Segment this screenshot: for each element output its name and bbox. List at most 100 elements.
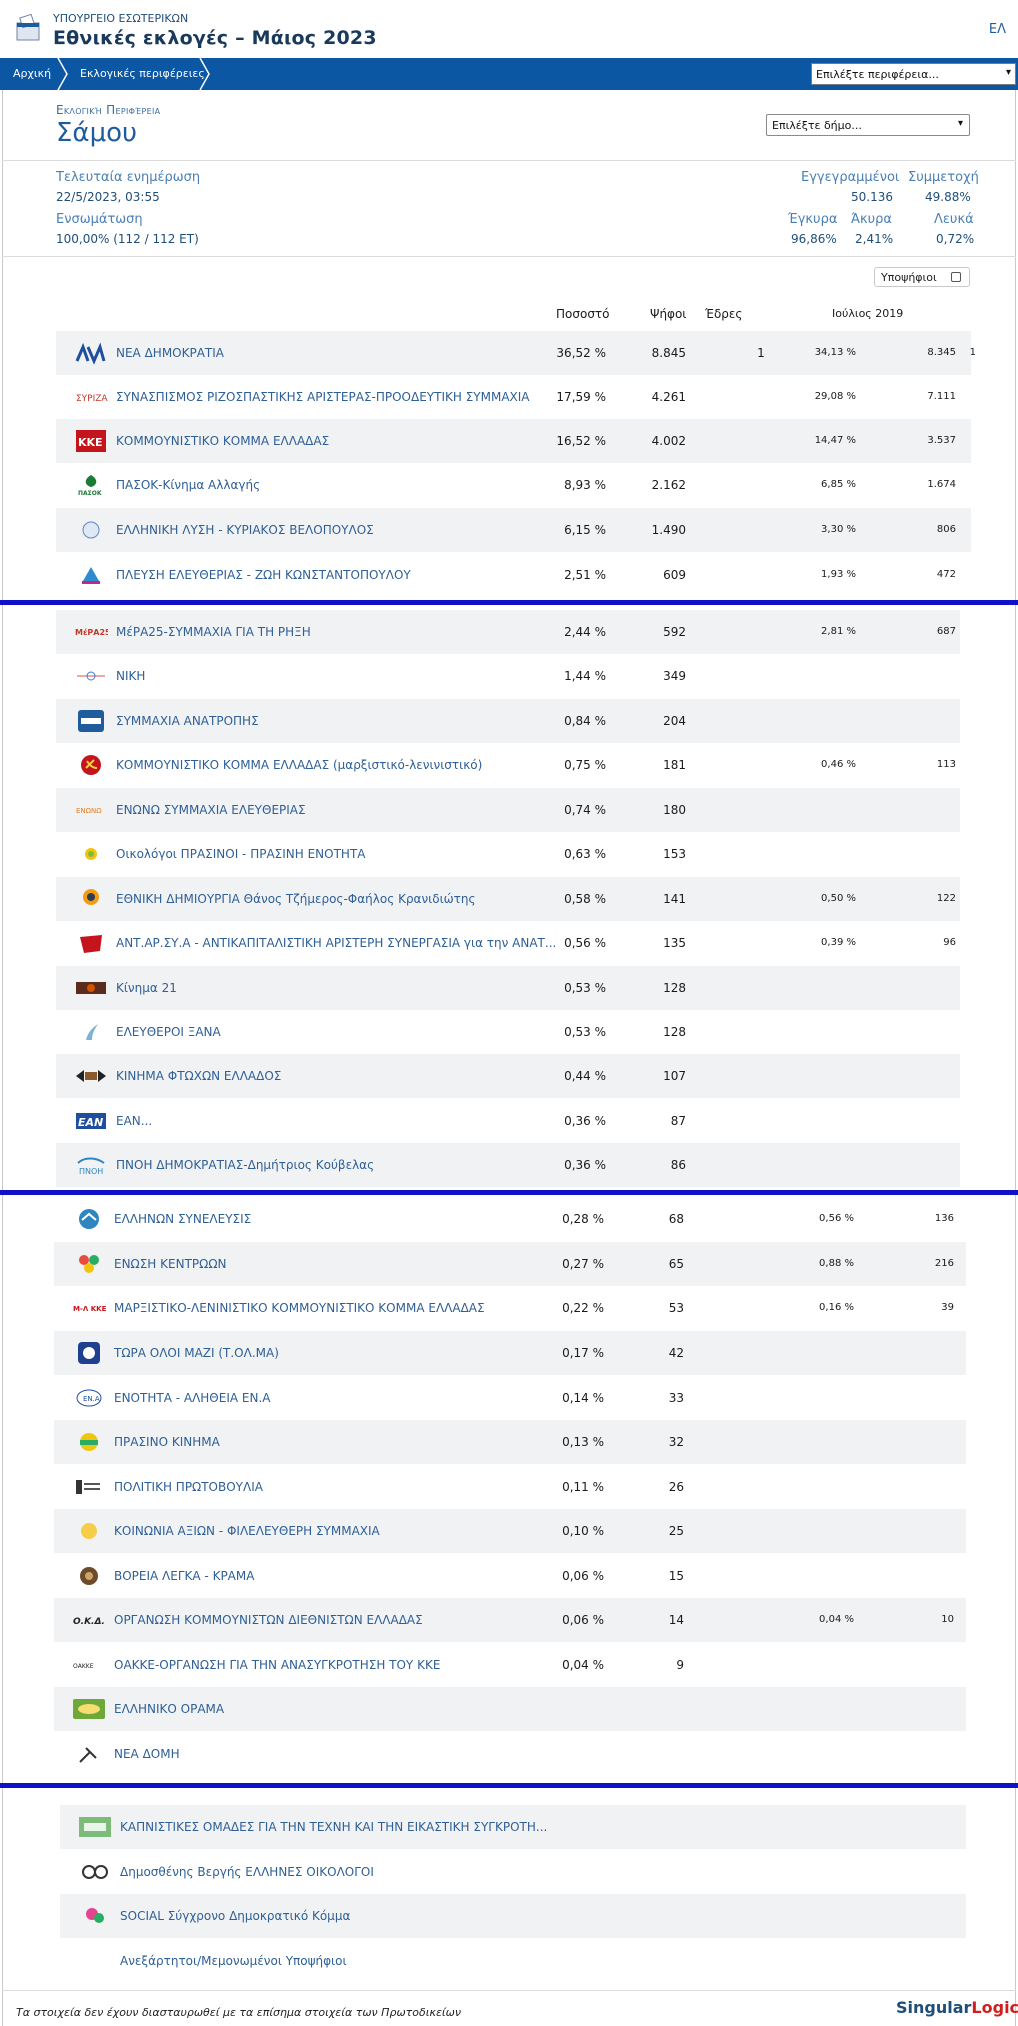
party-name[interactable]: ΠΑΣΟΚ-Κίνημα Αλλαγής xyxy=(116,478,576,492)
party-name[interactable]: Δημοσθένης Βεργής ΕΛΛΗΝΕΣ ΟΙΚΟΛΟΓΟΙ xyxy=(120,1865,580,1879)
party-name[interactable]: ΟΑΚΚΕ-ΟΡΓΑΝΩΣΗ ΓΙΑ ΤΗΝ ΑΝΑΣΥΓΚΡΟΤΗΣΗ ΤΟΥ… xyxy=(114,1658,574,1672)
candidates-toggle[interactable]: Υποψήφιοι xyxy=(874,267,970,287)
table-row[interactable]: ΕΝ.Α ΕΝΟΤΗΤΑ - ΑΛΗΘΕΙΑ ΕΝ.Α 0,14 % 33 xyxy=(54,1376,966,1420)
municipality-select[interactable]: Επιλέξτε δήμο... ▾ xyxy=(766,114,970,136)
table-row[interactable]: ΝΕΑ ΔΗΜΟΚΡΑΤΙΑ 36,52 % 8.845 1 34,13 % 8.345 1 xyxy=(56,331,976,375)
table-row[interactable]: SOCIAL Σύγχρονο Δημοκρατικό Κόμμα xyxy=(60,1894,966,1938)
party-name[interactable]: ΜέΡΑ25-ΣΥΜΜΑΧΙΑ ΓΙΑ ΤΗ ΡΗΞΗ xyxy=(116,625,576,639)
party-votes: 592 xyxy=(663,625,686,639)
table-row[interactable]: ΠΡΑΣΙΝΟ ΚΙΝΗΜΑ 0,13 % 32 xyxy=(54,1420,966,1464)
table-row[interactable]: ΚΙΝΗΜΑ ΦΤΩΧΩΝ ΕΛΛΑΔΟΣ 0,44 % 107 xyxy=(56,1054,960,1098)
region-select-value: Επιλέξτε περιφέρεια... xyxy=(816,68,939,81)
breadcrumb-home[interactable]: Αρχική xyxy=(13,58,51,90)
table-row[interactable]: ΟΑΚΚΕ ΟΑΚΚΕ-ΟΡΓΑΝΩΣΗ ΓΙΑ ΤΗΝ ΑΝΑΣΥΓΚΡΟΤΗΣ… xyxy=(54,1643,966,1687)
party-name[interactable]: ΤΩΡΑ ΟΛΟΙ ΜΑΖΙ (Τ.ΟΛ.ΜΑ) xyxy=(114,1346,574,1360)
party-name[interactable]: ΕΛΛΗΝΙΚΗ ΛΥΣΗ - ΚΥΡΙΑΚΟΣ ΒΕΛΟΠΟΥΛΟΣ xyxy=(116,523,576,537)
table-row[interactable]: ΜέΡΑ25 ΜέΡΑ25-ΣΥΜΜΑΧΙΑ ΓΙΑ ΤΗ ΡΗΞΗ 2,44 % 5… xyxy=(56,610,960,654)
party-name[interactable]: ΕΛΛΗΝΩΝ ΣΥΝΕΛΕΥΣΙΣ xyxy=(114,1212,574,1226)
table-row[interactable]: Οικολόγοι ΠΡΑΣΙΝΟΙ - ΠΡΑΣΙΝΗ ΕΝΟΤΗΤΑ 0,63… xyxy=(56,832,960,876)
party-name[interactable]: ΕΝΟΤΗΤΑ - ΑΛΗΘΕΙΑ ΕΝ.Α xyxy=(114,1391,574,1405)
party-name[interactable]: ΕΝΩΣΗ ΚΕΝΤΡΩΩΝ xyxy=(114,1257,574,1271)
party-name[interactable]: Ανεξάρτητοι/Μεμονωμένοι Υποψήφιοι xyxy=(120,1954,580,1968)
table-row[interactable]: Ο.Κ.Δ. ΟΡΓΑΝΩΣΗ ΚΟΜΜΟΥΝΙΣΤΩΝ ΔΙΕΘΝΙΣΤΩΝ Ε… xyxy=(54,1598,966,1642)
party-name[interactable]: ΠΟΛΙΤΙΚΗ ΠΡΩΤΟΒΟΥΛΙΑ xyxy=(114,1480,574,1494)
party-percent: 0,44 % xyxy=(564,1069,606,1083)
table-row[interactable]: ΝΙΚΗ 1,44 % 349 xyxy=(56,654,960,698)
party-name[interactable]: ΑΝΤ.ΑΡ.ΣΥ.Α - ΑΝΤΙΚΑΠΙΤΑΛΙΣΤΙΚΗ ΑΡΙΣΤΕΡΗ… xyxy=(116,936,576,950)
party-name[interactable]: ΜΑΡΞΙΣΤΙΚΟ-ΛΕΝΙΝΙΣΤΙΚΟ ΚΟΜΜΟΥΝΙΣΤΙΚΟ ΚΟΜ… xyxy=(114,1301,574,1315)
breadcrumb-regions[interactable]: Εκλογικές περιφέρειες xyxy=(80,58,205,90)
kinima21-logo-icon xyxy=(76,982,106,994)
party-name[interactable]: ΣΥΝΑΣΠΙΣΜΟΣ ΡΙΖΟΣΠΑΣΤΙΚΗΣ ΑΡΙΣΤΕΡΑΣ-ΠΡΟΟ… xyxy=(116,390,576,404)
table-row[interactable]: ΚΟΜΜΟΥΝΙΣΤΙΚΟ ΚΟΜΜΑ ΕΛΛΑΔΑΣ (μαρξιστικό-… xyxy=(56,743,960,787)
party-name[interactable]: ΚΟΜΜΟΥΝΙΣΤΙΚΟ ΚΟΜΜΑ ΕΛΛΑΔΑΣ (μαρξιστικό-… xyxy=(116,758,576,772)
party-name[interactable]: ΚΑΠΝΙΣΤΙΚΕΣ ΟΜΑΔΕΣ ΓΙΑ ΤΗΝ ΤΕΧΝΗ ΚΑΙ ΤΗΝ… xyxy=(120,1820,580,1834)
table-row[interactable]: ΠΝΟΗ ΠΝΟΗ ΔΗΜΟΚΡΑΤΙΑΣ-Δημήτριος Κούβελας 0… xyxy=(56,1143,960,1187)
table-row[interactable]: ΝΕΑ ΔΟΜΗ xyxy=(54,1732,966,1776)
party-name[interactable]: SOCIAL Σύγχρονο Δημοκρατικό Κόμμα xyxy=(120,1909,580,1923)
party-name[interactable]: ΝΕΑ ΔΟΜΗ xyxy=(114,1747,574,1761)
party-name[interactable]: ΠΛΕΥΣΗ ΕΛΕΥΘΕΡΙΑΣ - ΖΩΗ ΚΩΝΣΤΑΝΤΟΠΟΥΛΟΥ xyxy=(116,568,576,582)
party-votes: 4.261 xyxy=(651,390,686,404)
table-row[interactable]: ΠΑΣΟΚ ΠΑΣΟΚ-Κίνημα Αλλαγής 8,93 % 2.162 6,85… xyxy=(56,463,971,507)
table-row[interactable]: ΑΝΤ.ΑΡ.ΣΥ.Α - ΑΝΤΙΚΑΠΙΤΑΛΙΣΤΙΚΗ ΑΡΙΣΤΕΡΗ… xyxy=(56,921,960,965)
table-row[interactable]: ΕΛΕΥΘΕΡΟΙ ΞΑΝΑ 0,53 % 128 xyxy=(56,1010,960,1054)
table-row[interactable]: ΕΝΩΣΗ ΚΕΝΤΡΩΩΝ 0,27 % 65 0,88 % 216 xyxy=(54,1242,966,1286)
party-name[interactable]: Οικολόγοι ΠΡΑΣΙΝΟΙ - ΠΡΑΣΙΝΗ ΕΝΟΤΗΤΑ xyxy=(116,847,576,861)
table-row[interactable]: ΒΟΡΕΙΑ ΛΕΓΚΑ - ΚΡΑΜΑ 0,06 % 15 xyxy=(54,1554,966,1598)
ministry-label: ΥΠΟΥΡΓΕΙΟ ΕΣΩΤΕΡΙΚΩΝ xyxy=(53,12,189,25)
divider xyxy=(2,256,1016,257)
party-percent: 0,14 % xyxy=(562,1391,604,1405)
region-select[interactable]: Επιλέξτε περιφέρεια... ▾ xyxy=(811,63,1016,85)
table-row[interactable]: ΚΟΙΝΩΝΙΑ ΑΞΙΩΝ - ΦΙΛΕΛΕΥΘΕΡΗ ΣΥΜΜΑΧΙΑ 0,1… xyxy=(54,1509,966,1553)
invalid-label: Άκυρα xyxy=(851,212,893,227)
svg-text:ΜέΡΑ25: ΜέΡΑ25 xyxy=(75,627,108,637)
page-title[interactable]: Εθνικές εκλογές – Μάιος 2023 xyxy=(53,27,377,49)
oked-logo-icon: Ο.Κ.Δ. xyxy=(73,1617,105,1627)
table-row[interactable]: ΕΛΛΗΝΙΚΗ ΛΥΣΗ - ΚΥΡΙΑΚΟΣ ΒΕΛΟΠΟΥΛΟΣ 6,15 … xyxy=(56,508,971,552)
table-row[interactable]: ΕΘΝΙΚΗ ΔΗΜΙΟΥΡΓΙΑ Θάνος Τζήμερος-Φαήλος … xyxy=(56,877,960,921)
party-name[interactable]: ΟΡΓΑΝΩΣΗ ΚΟΜΜΟΥΝΙΣΤΩΝ ΔΙΕΘΝΙΣΤΩΝ ΕΛΛΑΔΑΣ xyxy=(114,1613,574,1627)
party-name[interactable]: ΕΛΕΥΘΕΡΟΙ ΞΑΝΑ xyxy=(116,1025,576,1039)
party-name[interactable]: ΠΡΑΣΙΝΟ ΚΙΝΗΜΑ xyxy=(114,1435,574,1449)
party-name[interactable]: ΒΟΡΕΙΑ ΛΕΓΚΑ - ΚΡΑΜΑ xyxy=(114,1569,574,1583)
singularlogic-logo[interactable]: SingularLogic xyxy=(896,1998,1018,2017)
party-name[interactable]: ΕΝΩΝΩ ΣΥΜΜΑΧΙΑ ΕΛΕΥΘΕΡΙΑΣ xyxy=(116,803,576,817)
party-name[interactable]: ΝΙΚΗ xyxy=(116,669,576,683)
party-name[interactable]: ΚΟΜΜΟΥΝΙΣΤΙΚΟ ΚΟΜΜΑ ΕΛΛΑΔΑΣ xyxy=(116,434,576,448)
table-row[interactable]: Ανεξάρτητοι/Μεμονωμένοι Υποψήφιοι xyxy=(60,1939,966,1983)
party-name[interactable]: ΕΛΛΗΝΙΚΟ ΟΡΑΜΑ xyxy=(114,1702,574,1716)
ballot-box-icon[interactable] xyxy=(14,14,44,42)
table-row[interactable]: Μ-Λ ΚΚΕ ΜΑΡΞΙΣΤΙΚΟ-ΛΕΝΙΝΙΣΤΙΚΟ ΚΟΜΜΟΥΝΙΣΤ… xyxy=(54,1286,966,1330)
party-name[interactable]: ΕΑΝ... xyxy=(116,1114,576,1128)
table-row[interactable]: ΚΚΕ ΚΟΜΜΟΥΝΙΣΤΙΚΟ ΚΟΜΜΑ ΕΛΛΑΔΑΣ 16,52 % 4.0… xyxy=(56,419,971,463)
party-name[interactable]: ΠΝΟΗ ΔΗΜΟΚΡΑΤΙΑΣ-Δημήτριος Κούβελας xyxy=(116,1158,576,1172)
table-row[interactable]: ΣΥΡΙΖΑ ΣΥΝΑΣΠΙΣΜΟΣ ΡΙΖΟΣΠΑΣΤΙΚΗΣ ΑΡΙΣΤΕΡΑ… xyxy=(56,375,971,419)
language-switch[interactable]: ΕΛ xyxy=(989,22,1006,37)
party-name[interactable]: ΣΥΜΜΑΧΙΑ ΑΝΑΤΡΟΠΗΣ xyxy=(116,714,576,728)
table-row[interactable]: ΕΝΩΝΩ ΕΝΩΝΩ ΣΥΜΜΑΧΙΑ ΕΛΕΥΘΕΡΙΑΣ 0,74 % 180 xyxy=(56,788,960,832)
party-name[interactable]: Κίνημα 21 xyxy=(116,981,576,995)
table-row[interactable]: ΕΛΛΗΝΙΚΟ ΟΡΑΜΑ xyxy=(54,1687,966,1731)
table-row[interactable]: ΤΩΡΑ ΟΛΟΙ ΜΑΖΙ (Τ.ΟΛ.ΜΑ) 0,17 % 42 xyxy=(54,1331,966,1375)
table-row[interactable]: ΕΑΝ ΕΑΝ... 0,36 % 87 xyxy=(56,1099,960,1143)
valid-value: 96,86% xyxy=(791,232,837,246)
party-name[interactable]: ΚΟΙΝΩΝΙΑ ΑΞΙΩΝ - ΦΙΛΕΛΕΥΘΕΡΗ ΣΥΜΜΑΧΙΑ xyxy=(114,1524,574,1538)
party-name[interactable]: ΚΙΝΗΜΑ ΦΤΩΧΩΝ ΕΛΛΑΔΟΣ xyxy=(116,1069,576,1083)
table-row[interactable]: ΕΛΛΗΝΩΝ ΣΥΝΕΛΕΥΣΙΣ 0,28 % 68 0,56 % 136 xyxy=(54,1197,966,1241)
table-row[interactable]: Κίνημα 21 0,53 % 128 xyxy=(56,966,960,1010)
table-row[interactable]: ΠΛΕΥΣΗ ΕΛΕΥΘΕΡΙΑΣ - ΖΩΗ ΚΩΝΣΤΑΝΤΟΠΟΥΛΟΥ 2… xyxy=(56,553,971,597)
table-row[interactable]: ΣΥΜΜΑΧΙΑ ΑΝΑΤΡΟΠΗΣ 0,84 % 204 xyxy=(56,699,960,743)
party-name[interactable]: ΕΘΝΙΚΗ ΔΗΜΙΟΥΡΓΙΑ Θάνος Τζήμερος-Φαήλος … xyxy=(116,892,576,906)
party-votes: 14 xyxy=(668,1613,684,1627)
candidates-checkbox[interactable] xyxy=(951,272,961,282)
party-prev-percent: 14,47 % xyxy=(814,435,856,446)
table-row[interactable]: Δημοσθένης Βεργής ΕΛΛΗΝΕΣ ΟΙΚΟΛΟΓΟΙ xyxy=(60,1850,966,1894)
party-name[interactable]: ΝΕΑ ΔΗΜΟΚΡΑΤΙΑ xyxy=(116,346,576,360)
party-percent: 17,59 % xyxy=(556,390,606,404)
ftoxon-logo-icon xyxy=(76,1070,106,1082)
table-row[interactable]: ΚΑΠΝΙΣΤΙΚΕΣ ΟΜΑΔΕΣ ΓΙΑ ΤΗΝ ΤΕΧΝΗ ΚΑΙ ΤΗΝ… xyxy=(60,1805,966,1849)
party-prev-votes: 687 xyxy=(936,626,956,637)
table-row[interactable]: ΠΟΛΙΤΙΚΗ ΠΡΩΤΟΒΟΥΛΙΑ 0,11 % 26 xyxy=(54,1465,966,1509)
kke-logo-icon: ΚΚΕ xyxy=(76,430,106,452)
